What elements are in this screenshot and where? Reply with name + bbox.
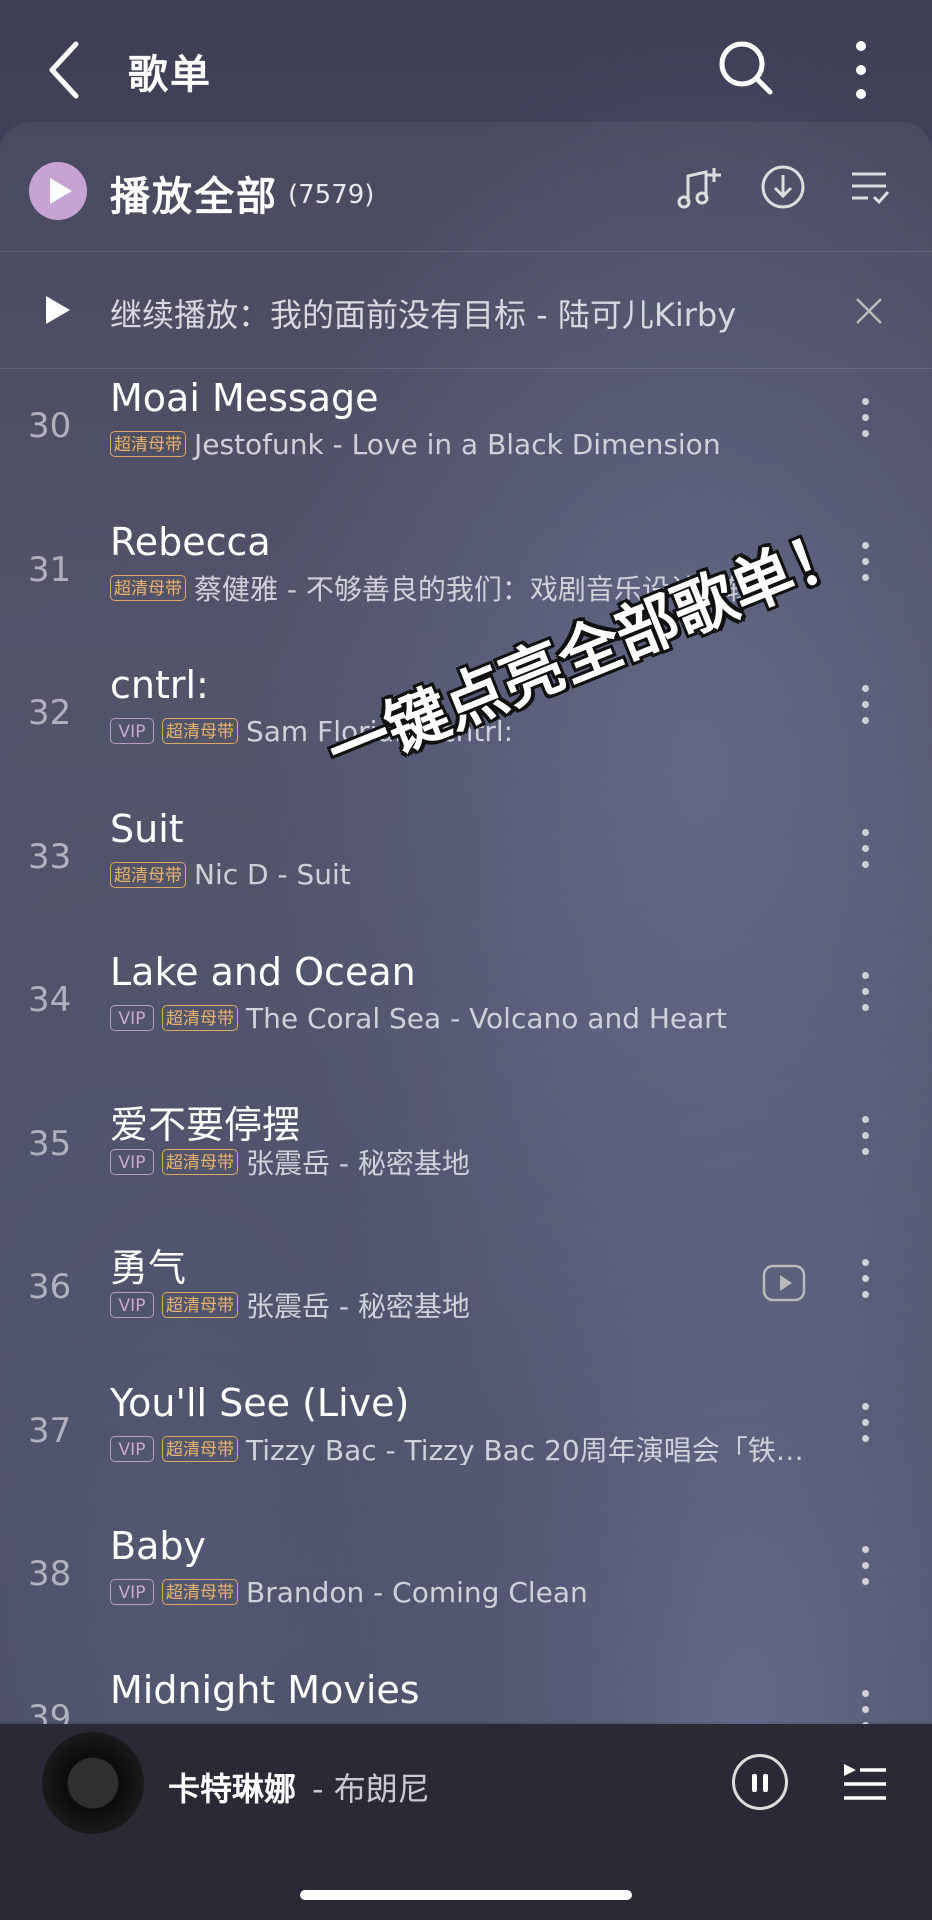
song-row[interactable]: 37 You'll See (Live) VIP 超清母带 Tizzy Bac - Ti… bbox=[0, 1381, 932, 1524]
song-number: 34 bbox=[28, 980, 72, 1020]
divider bbox=[0, 368, 932, 369]
hq-master-badge: 超清母带 bbox=[162, 1579, 238, 1605]
vip-badge: VIP bbox=[110, 1005, 154, 1031]
song-title: 爱不要停摆 bbox=[110, 1102, 301, 1147]
download-icon[interactable] bbox=[760, 164, 806, 210]
song-number: 35 bbox=[28, 1123, 72, 1164]
song-row[interactable]: 38 Baby VIP 超清母带 Brandon - Coming Clean bbox=[0, 1524, 932, 1667]
song-more-icon[interactable] bbox=[862, 828, 872, 871]
song-number: 32 bbox=[28, 693, 72, 733]
song-more-icon[interactable] bbox=[862, 972, 872, 1014]
song-title: Suit bbox=[110, 806, 184, 851]
song-number: 38 bbox=[28, 1554, 72, 1594]
song-more-icon[interactable] bbox=[862, 1259, 872, 1301]
hq-master-badge: 超清母带 bbox=[162, 718, 238, 744]
song-title: 勇气 bbox=[110, 1246, 187, 1290]
song-row[interactable]: 35 爱不要停摆 VIP 超清母带 张震岳 - 秘密基地 bbox=[0, 1094, 932, 1237]
playlist-icon[interactable] bbox=[840, 1758, 888, 1806]
resume-text: 继续播放：我的面前没有目标 - 陆可儿Kirby bbox=[110, 296, 737, 334]
hq-master-badge: 超清母带 bbox=[162, 1435, 238, 1462]
play-all-bar: 播放全部 (7579) bbox=[0, 122, 932, 252]
song-meta: VIP 超清母带 张震岳 - 秘密基地 bbox=[110, 1289, 830, 1321]
hq-master-badge: 超清母带 bbox=[110, 574, 186, 601]
song-more-icon[interactable] bbox=[862, 1402, 872, 1445]
song-title: You'll See (Live) bbox=[110, 1380, 410, 1425]
song-meta: VIP 超清母带 Brandon - Coming Clean bbox=[110, 1576, 830, 1608]
more-icon[interactable] bbox=[846, 38, 876, 102]
song-artist-album: 张震岳 - 秘密基地 bbox=[246, 1290, 470, 1321]
song-artist-album: Jestofunk - Love in a Black Dimension bbox=[194, 428, 721, 460]
song-artist-album: Nic D - Suit bbox=[194, 858, 351, 891]
song-meta: 超清母带 Nic D - Suit bbox=[110, 859, 830, 891]
song-meta: VIP 超清母带 张震岳 - 秘密基地 bbox=[110, 1146, 830, 1178]
song-number: 37 bbox=[28, 1410, 72, 1451]
song-number: 30 bbox=[28, 406, 72, 446]
page-title: 歌单 bbox=[128, 52, 212, 98]
top-bar: 歌单 bbox=[0, 0, 932, 130]
song-row[interactable]: 33 Suit 超清母带 Nic D - Suit bbox=[0, 807, 932, 950]
hq-master-badge: 超清母带 bbox=[110, 431, 186, 457]
song-number: 31 bbox=[28, 549, 72, 590]
vip-badge: VIP bbox=[110, 1148, 154, 1175]
song-title: Rebecca bbox=[110, 519, 271, 564]
song-row[interactable]: 30 Moai Message 超清母带 Jestofunk - Love in a … bbox=[0, 376, 932, 519]
album-art[interactable] bbox=[42, 1732, 144, 1834]
song-title: Lake and Ocean bbox=[110, 950, 416, 994]
resume-play-icon[interactable] bbox=[46, 296, 70, 324]
song-number: 36 bbox=[28, 1267, 72, 1307]
hq-master-badge: 超清母带 bbox=[162, 1148, 238, 1175]
song-more-icon[interactable] bbox=[862, 1115, 872, 1158]
play-all-label[interactable]: 播放全部 bbox=[110, 164, 278, 222]
song-meta: VIP 超清母带 Tizzy Bac - Tizzy Bac 20周年演唱会「铁… bbox=[110, 1433, 830, 1465]
song-more-icon[interactable] bbox=[862, 398, 872, 440]
song-row[interactable]: 36 勇气 VIP 超清母带 张震岳 - 秘密基地 bbox=[0, 1237, 932, 1380]
resume-playback-bar[interactable]: 继续播放：我的面前没有目标 - 陆可儿Kirby bbox=[0, 252, 932, 368]
play-all-button[interactable] bbox=[29, 162, 87, 220]
now-playing-title: 卡特琳娜 bbox=[168, 1770, 297, 1808]
vip-badge: VIP bbox=[110, 718, 154, 744]
vip-badge: VIP bbox=[110, 1579, 154, 1605]
song-row[interactable]: 34 Lake and Ocean VIP 超清母带 The Coral Sea - V… bbox=[0, 950, 932, 1093]
video-icon[interactable] bbox=[762, 1263, 806, 1303]
song-count: (7579) bbox=[288, 180, 375, 210]
hq-master-badge: 超清母带 bbox=[162, 1005, 238, 1031]
song-meta: VIP 超清母带 The Coral Sea - Volcano and Heart bbox=[110, 1002, 830, 1034]
song-artist-album: Brandon - Coming Clean bbox=[246, 1576, 588, 1608]
song-title: Baby bbox=[110, 1524, 206, 1568]
vip-badge: VIP bbox=[110, 1292, 154, 1318]
pause-button[interactable] bbox=[732, 1754, 788, 1810]
song-artist-album: 张震岳 - 秘密基地 bbox=[246, 1146, 470, 1178]
add-to-playlist-icon[interactable] bbox=[674, 164, 722, 212]
song-artist-album: The Coral Sea - Volcano and Heart bbox=[246, 1002, 727, 1034]
song-more-icon[interactable] bbox=[862, 541, 872, 584]
vip-badge: VIP bbox=[110, 1435, 154, 1462]
song-title: Midnight Movies bbox=[110, 1667, 420, 1712]
search-icon[interactable] bbox=[716, 38, 776, 98]
song-title: cntrl: bbox=[110, 663, 209, 707]
song-title: Moai Message bbox=[110, 376, 379, 420]
song-meta: 超清母带 Jestofunk - Love in a Black Dimensio… bbox=[110, 428, 830, 460]
back-icon[interactable] bbox=[44, 38, 88, 102]
song-artist-album: Tizzy Bac - Tizzy Bac 20周年演唱会「铁… bbox=[246, 1433, 804, 1465]
home-indicator[interactable] bbox=[300, 1890, 632, 1900]
song-number: 33 bbox=[28, 836, 72, 877]
close-icon[interactable] bbox=[854, 296, 884, 326]
hq-master-badge: 超清母带 bbox=[110, 861, 186, 888]
multi-select-icon[interactable] bbox=[848, 166, 890, 208]
now-playing-artist: - 布朗尼 bbox=[312, 1770, 430, 1808]
hq-master-badge: 超清母带 bbox=[162, 1292, 238, 1318]
song-more-icon[interactable] bbox=[862, 1546, 872, 1588]
song-more-icon[interactable] bbox=[862, 685, 872, 727]
